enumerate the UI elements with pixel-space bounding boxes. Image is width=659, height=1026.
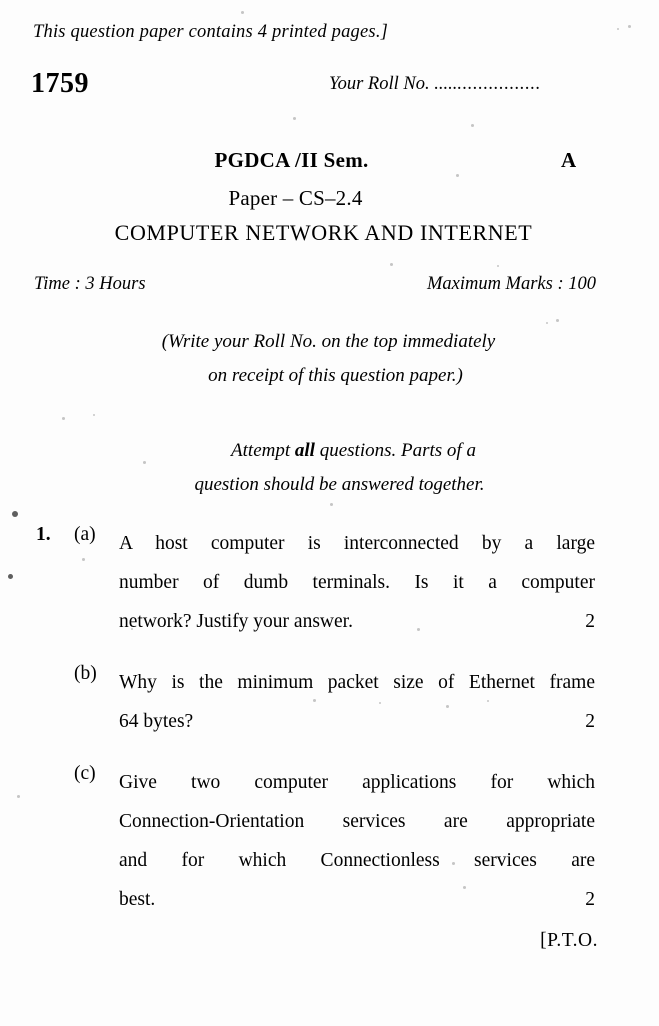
scan-speckle xyxy=(456,174,459,177)
page-turn-over-note: [P.T.O. xyxy=(540,930,598,951)
scan-speckle xyxy=(556,319,559,322)
question-part: (c) Give two computer applications for wh… xyxy=(0,763,659,919)
scan-speckle xyxy=(617,28,619,30)
question-part-label: (a) xyxy=(74,524,96,545)
roll-no-dots: ................ xyxy=(457,74,541,94)
question-text-last-line: 64 bytes? 2 xyxy=(119,702,595,741)
scan-speckle xyxy=(143,461,146,464)
roll-no-instruction-line-1: (Write your Roll No. on the top immediat… xyxy=(161,331,496,352)
scan-speckle xyxy=(463,886,466,889)
scan-speckle xyxy=(201,487,204,490)
maximum-marks: Maximum Marks : 100 xyxy=(426,274,596,294)
scan-speckle xyxy=(313,699,316,702)
question-part: 1. (a) A host computer is interconnected b… xyxy=(0,524,659,641)
question-number: 1. xyxy=(36,524,51,545)
question-marks: 2 xyxy=(585,611,595,632)
question-text-line: A host computer is interconnected by a l… xyxy=(119,533,595,554)
scan-speckle xyxy=(390,263,393,266)
series-letter: A xyxy=(561,148,577,172)
subject-title: COMPUTER NETWORK AND INTERNET xyxy=(0,220,659,246)
paper-number-text: Paper – CS–2.4 xyxy=(228,186,363,210)
question-text-line: Why is the minimum packet size of Ethern… xyxy=(119,672,595,693)
attempt-post: questions. Parts of a xyxy=(314,440,476,461)
scan-speckle xyxy=(293,117,296,120)
attempt-instruction-line-2: question should be answered together. xyxy=(194,474,485,495)
attempt-pre: Attempt xyxy=(231,440,295,461)
question-text-last-line: best. 2 xyxy=(119,880,595,919)
printed-pages-note: This question paper contains 4 printed p… xyxy=(33,22,389,42)
time-allowed: Time : 3 Hours xyxy=(34,274,146,294)
question-part-label: (b) xyxy=(74,663,97,684)
scan-speckle xyxy=(446,705,449,708)
question-text-line: and for which Connectionless services ar… xyxy=(119,850,595,871)
attempt-instruction-line-1: Attempt all questions. Parts of a xyxy=(24,434,659,468)
scan-speckle xyxy=(417,628,420,631)
scan-speckle xyxy=(173,619,176,622)
subject-title-text: COMPUTER NETWORK AND INTERNET xyxy=(114,220,533,245)
roll-no-instruction-line-2: on receipt of this question paper.) xyxy=(208,365,463,386)
scan-speckle xyxy=(93,414,95,416)
scan-speckle xyxy=(241,11,244,14)
scan-speckle xyxy=(379,702,381,704)
question-paper-page: This question paper contains 4 printed p… xyxy=(0,0,659,1026)
question-text: Give two computer applications for which… xyxy=(119,763,595,919)
paper-code: 1759 xyxy=(31,68,89,99)
scan-speckle xyxy=(487,700,489,702)
roll-no-field: Your Roll No. ..................... xyxy=(329,74,541,95)
question-text: A host computer is interconnected by a l… xyxy=(119,524,595,641)
roll-no-instruction: (Write your Roll No. on the top immediat… xyxy=(0,325,659,393)
attempt-instruction: Attempt all questions. Parts of a questi… xyxy=(0,434,659,502)
question-marks: 2 xyxy=(585,889,595,910)
scan-speckle xyxy=(17,795,20,798)
roll-no-label: Your Roll No. ..... xyxy=(329,74,458,94)
question-marks: 2 xyxy=(585,711,595,732)
course-title-text: PGDCA /II Sem. xyxy=(214,148,369,172)
scan-speckle xyxy=(82,558,85,561)
question-part: (b) Why is the minimum packet size of Eth… xyxy=(0,663,659,741)
paper-number: Paper – CS–2.4 xyxy=(0,186,659,211)
question-text-line: Connection-Orientation services are appr… xyxy=(119,811,595,832)
scan-speckle xyxy=(330,503,333,506)
scan-speckle xyxy=(452,862,455,865)
scan-speckle xyxy=(497,265,499,267)
question-part-label: (c) xyxy=(74,763,96,784)
scan-speckle xyxy=(8,574,13,579)
questions-list: 1. (a) A host computer is interconnected b… xyxy=(0,524,659,941)
scan-speckle xyxy=(471,124,474,127)
scan-speckle xyxy=(546,322,548,324)
scan-speckle xyxy=(628,25,631,28)
scan-speckle xyxy=(12,511,18,517)
question-text: Why is the minimum packet size of Ethern… xyxy=(119,663,595,741)
question-text-line: number of dumb terminals. Is it a comput… xyxy=(119,572,595,593)
question-text-line: Give two computer applications for which xyxy=(119,772,595,793)
question-text-last-line: network? Justify your answer. 2 xyxy=(119,602,595,641)
scan-speckle xyxy=(131,628,133,630)
attempt-emphasis: all xyxy=(294,440,315,461)
scan-speckle xyxy=(62,417,65,420)
